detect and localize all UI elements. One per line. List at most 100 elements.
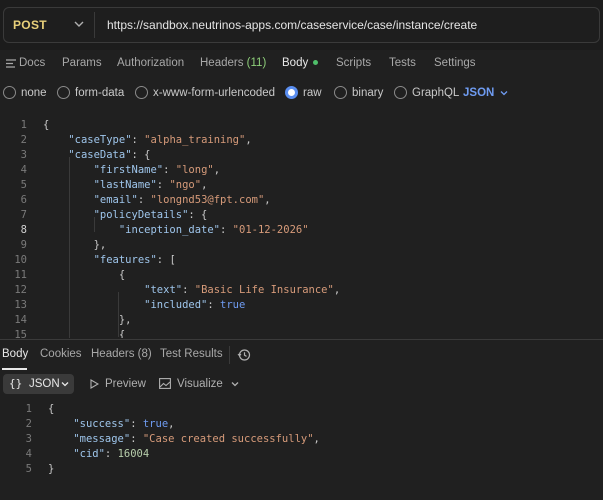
chevron-down-icon [61,382,69,387]
radio-raw-label[interactable]: raw [303,87,322,99]
line-number: 4 [25,448,32,460]
line-number: 10 [14,254,27,266]
line-number: 13 [14,299,27,311]
line-number: 6 [20,194,27,206]
tab-headers[interactable]: Headers (11) [200,57,266,69]
code-line: 3 "caseData": { [0,148,603,163]
url-box: POST https://sandbox.neutrinos-apps.com/… [3,7,600,43]
code-line: 15 { [0,328,603,338]
visualize-icon[interactable] [159,378,171,389]
code-line: 6 "email": "longnd53@fpt.com", [0,193,603,208]
code-text: "inception_date": "01-12-2026" [118,224,309,236]
code-text: } [48,463,55,475]
radio-binary[interactable] [334,86,347,99]
radio-graphql-label[interactable]: GraphQL [412,87,459,99]
tab-scripts[interactable]: Scripts [336,57,371,69]
code-line: 5 "lastName": "ngo", [0,178,603,193]
code-text: { [43,269,126,281]
code-text: "included": true [144,299,246,311]
tab-response-headers[interactable]: Headers (8) [91,348,152,360]
code-text: "text": "Basic Life Insurance", [144,284,341,296]
chevron-down-icon[interactable] [230,379,240,389]
code-text: "email": "longnd53@fpt.com", [93,194,271,206]
line-number: 2 [20,134,27,146]
radio-none-label[interactable]: none [21,87,47,99]
response-toolbar: {} JSON Preview Visualize [0,372,603,396]
visualize-button[interactable]: Visualize [177,378,223,390]
code-text: "cid": 16004 [73,448,150,460]
tab-body[interactable]: Body [282,57,319,69]
code-text: { [48,403,55,415]
radio-none[interactable] [3,86,16,99]
body-format-select[interactable]: JSON [463,87,494,99]
line-number: 8 [20,224,27,236]
tab-settings[interactable]: Settings [434,57,476,69]
tab-params[interactable]: Params [62,57,102,69]
response-format-button[interactable]: {} JSON [3,374,74,394]
code-line: 14 }, [0,313,603,328]
tab-authorization[interactable]: Authorization [117,57,184,69]
code-line: 12 "text": "Basic Life Insurance", [0,283,603,298]
response-body-viewer[interactable]: 1{2 "success": true, 3 "message": "Case c… [0,400,603,500]
line-number: 4 [20,164,27,176]
tab-docs[interactable]: Docs [19,57,45,69]
tab-cookies[interactable]: Cookies [40,348,82,360]
request-bar: POST https://sandbox.neutrinos-apps.com/… [0,0,603,50]
code-line: 8 "inception_date": "01-12-2026" [0,223,603,238]
code-text: "firstName": "long", [93,164,221,176]
radio-graphql[interactable] [394,86,407,99]
radio-raw[interactable] [285,86,298,99]
line-number: 1 [25,403,32,415]
radio-urlencoded-label[interactable]: x-www-form-urlencoded [153,87,275,99]
line-number: 3 [25,433,32,445]
tab-tests[interactable]: Tests [389,57,416,69]
divider [229,346,230,364]
chevron-down-icon[interactable] [72,17,86,31]
method-select[interactable]: POST [13,18,47,32]
code-text: "policyDetails": { [93,209,208,221]
request-body-editor[interactable]: 1{2 "caseType": "alpha_training", 3 "case… [0,112,603,338]
response-headers-count: (8) [137,348,152,360]
history-icon[interactable] [237,348,251,362]
code-line: 10 "features": [ [0,253,603,268]
tab-test-results[interactable]: Test Results [160,348,223,360]
code-line: 3 "message": "Case created successfully"… [0,432,603,447]
radio-binary-label[interactable]: binary [352,87,383,99]
code-text: }, [43,239,107,251]
code-line: 2 "success": true, [0,417,603,432]
tab-body-label: Body [282,57,309,69]
code-text: "caseType": "alpha_training", [68,134,252,146]
radio-form-data-label[interactable]: form-data [75,87,124,99]
line-number: 12 [14,284,27,296]
active-tab-indicator [2,368,27,370]
radio-urlencoded[interactable] [135,86,148,99]
preview-button[interactable]: Preview [105,378,146,390]
code-line: 1{ [0,118,603,133]
docs-icon [6,59,16,68]
code-text: "lastName": "ngo", [93,179,208,191]
line-number: 5 [20,179,27,191]
line-number: 5 [25,463,32,475]
code-line: 4 "firstName": "long", [0,163,603,178]
modified-dot [313,60,319,66]
play-icon[interactable] [90,379,99,389]
code-line: 2 "caseType": "alpha_training", [0,133,603,148]
code-text: "features": [ [93,254,176,266]
code-line: 7 "policyDetails": { [0,208,603,223]
request-tabs: Docs Params Authorization Headers (11) B… [0,50,603,78]
line-number: 1 [20,119,27,131]
tab-response-headers-label: Headers [91,348,135,360]
radio-form-data[interactable] [57,86,70,99]
code-text: }, [43,314,132,326]
line-number: 9 [20,239,27,251]
line-number: 15 [14,329,27,338]
line-number: 7 [20,209,27,221]
chevron-down-icon[interactable] [498,87,510,99]
tab-headers-label: Headers [200,57,244,69]
tab-response-body[interactable]: Body [2,348,28,360]
line-number: 14 [14,314,27,326]
code-line: 1{ [0,402,603,417]
line-number: 11 [14,269,27,281]
code-line: 5} [0,462,603,477]
url-input[interactable]: https://sandbox.neutrinos-apps.com/cases… [107,18,477,32]
